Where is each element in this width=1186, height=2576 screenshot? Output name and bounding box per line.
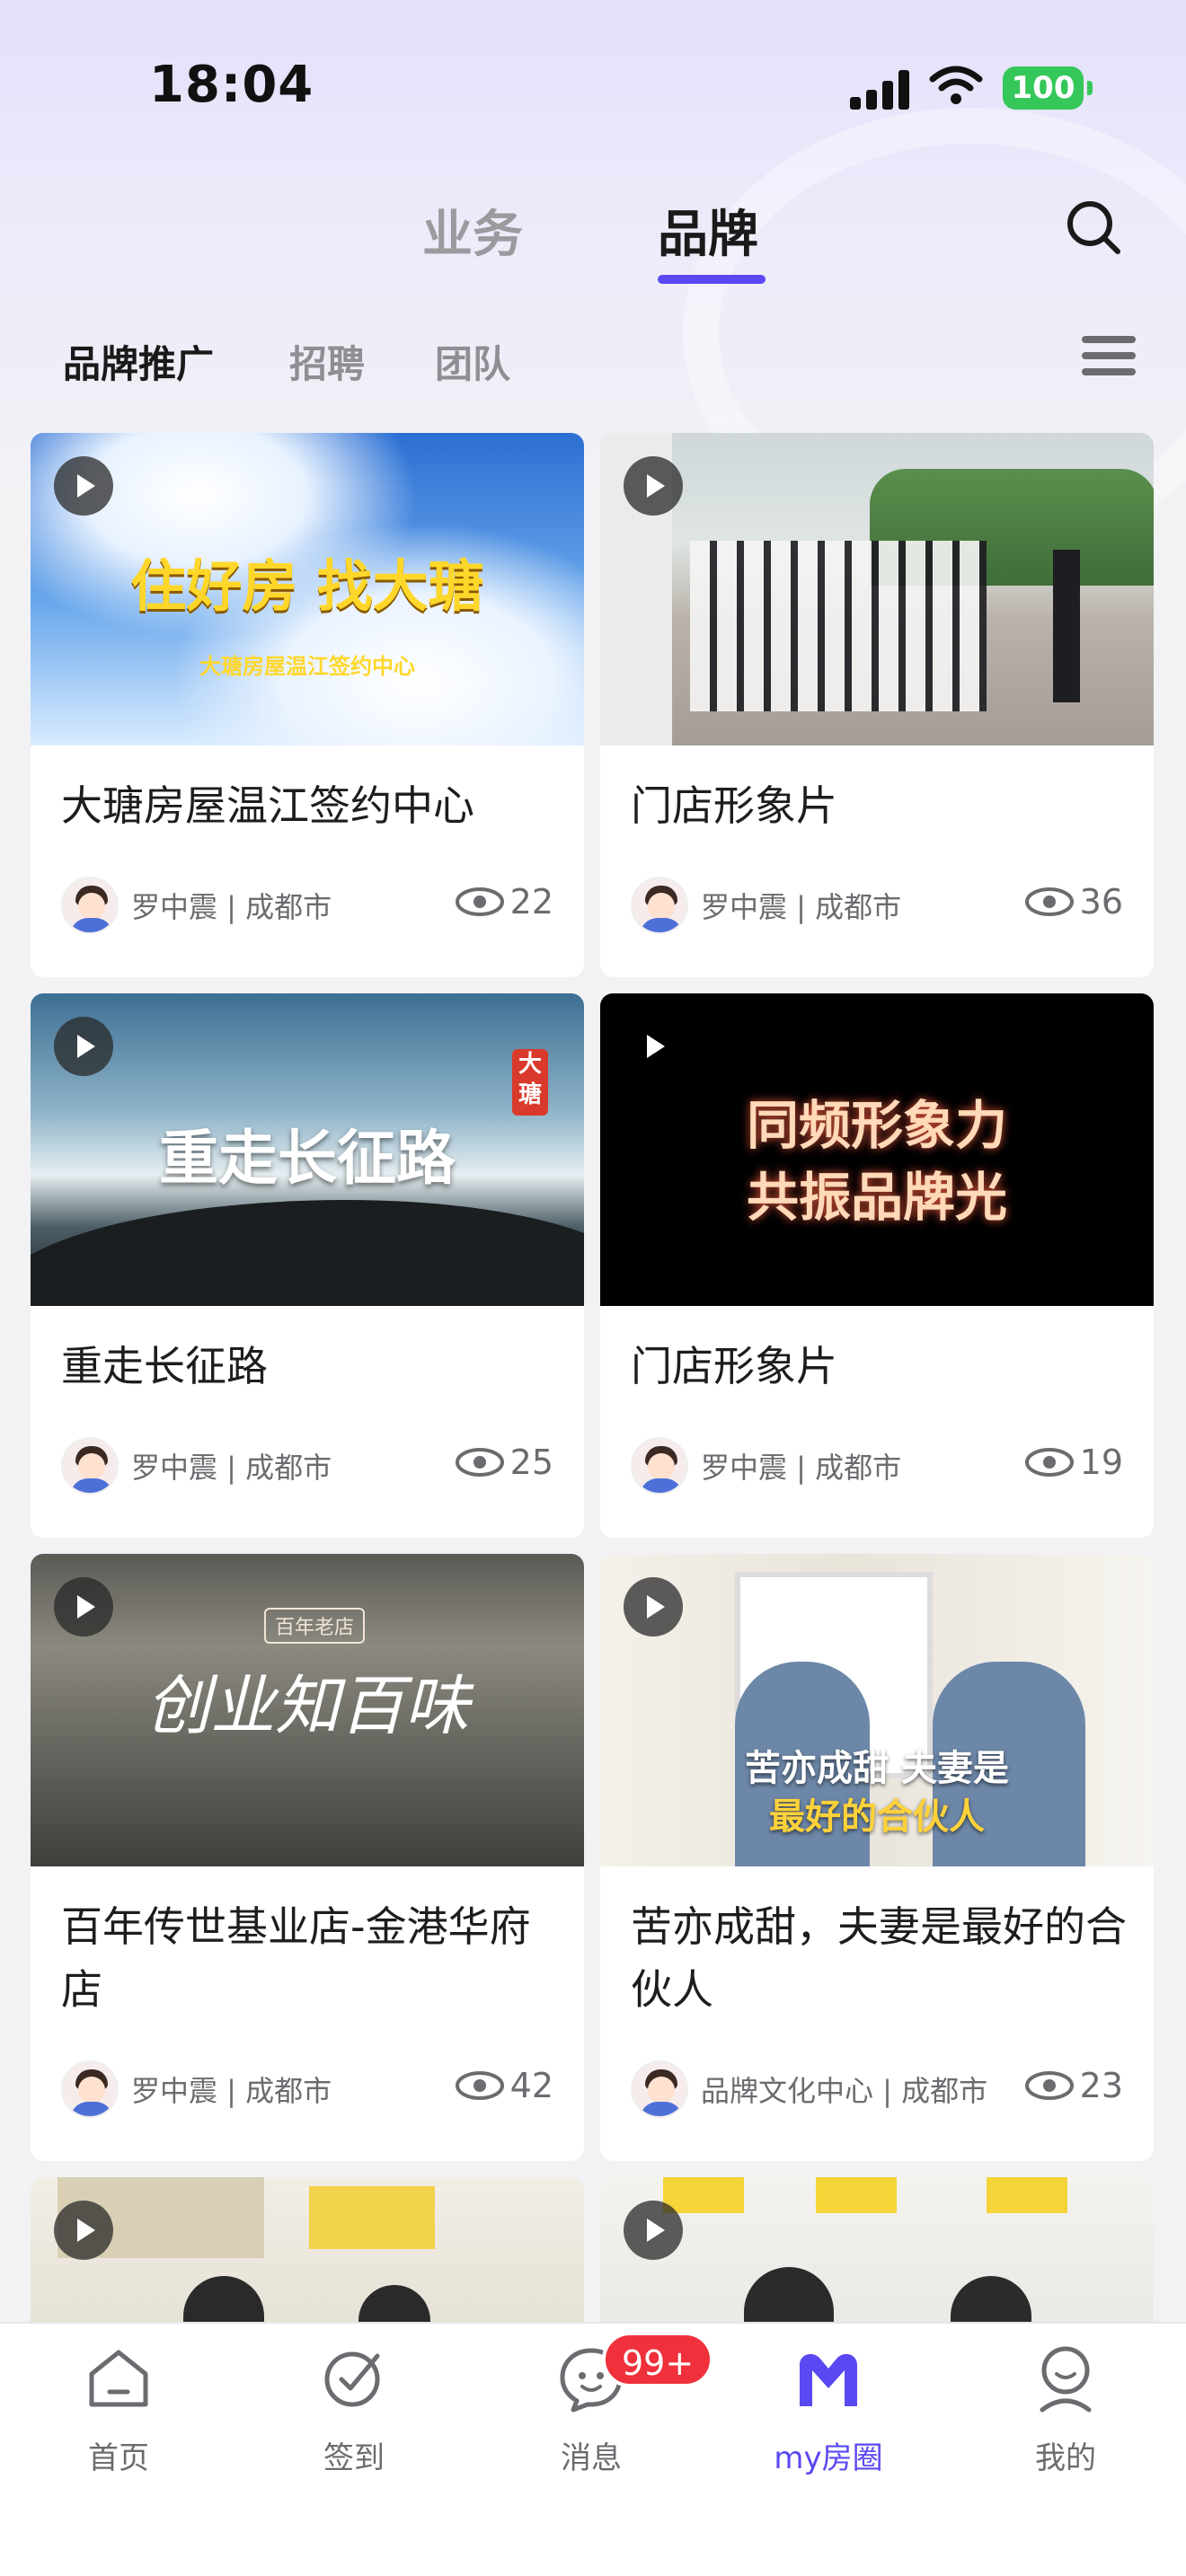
view-count: 36 [1024, 882, 1123, 922]
card-author: 罗中震 | 成都市 [61, 1437, 332, 1495]
nav-label: 签到 [323, 2440, 385, 2476]
card-title: 苦亦成甜，夫妻是最好的合伙人 [631, 1902, 1127, 2014]
author-name: 罗中震 | 成都市 [701, 890, 902, 924]
active-tab-indicator [658, 275, 766, 284]
thumbnail-subcaption: 最好的合伙人 [769, 1795, 985, 1838]
subtab-brand-promotion[interactable]: 品牌推广 [63, 334, 214, 389]
avatar [61, 2060, 119, 2118]
checkin-icon [324, 2351, 380, 2407]
nav-label: 消息 [561, 2440, 622, 2476]
card-title: 门店形象片 [631, 1342, 837, 1390]
view-count: 19 [1024, 1442, 1123, 1482]
eye-icon [455, 2071, 504, 2100]
view-count-value: 19 [1079, 1442, 1123, 1482]
avatar [631, 877, 688, 934]
avatar [61, 1437, 119, 1495]
card-title: 门店形象片 [631, 781, 837, 830]
thumbnail-subcaption: 共振品牌光 [746, 1167, 1007, 1228]
video-thumbnail: 住好房 找大瑭 大瑭房屋温江签约中心 [31, 433, 584, 745]
play-icon[interactable] [624, 456, 683, 516]
play-icon[interactable] [624, 2201, 683, 2260]
brand-seal: 大瑭 [512, 1049, 548, 1116]
view-count-value: 42 [509, 2066, 553, 2105]
nav-label: 首页 [88, 2440, 149, 2476]
avatar [61, 877, 119, 934]
video-card[interactable]: 同频形象力 共振品牌光 门店形象片 罗中震 | 成都市 19 [600, 993, 1154, 1538]
nav-checkin[interactable]: 签到 [264, 2342, 444, 2477]
view-count-value: 23 [1079, 2066, 1123, 2105]
eye-icon [1024, 2071, 1074, 2100]
search-icon[interactable] [1064, 198, 1123, 257]
video-card[interactable]: 创业知百味 百年老店 百年传世基业店-金港华府店 罗中震 | 成都市 42 [31, 1554, 584, 2161]
nav-my-circle[interactable]: my房圈 [739, 2342, 918, 2477]
video-card[interactable]: 苦亦成甜 夫妻是 最好的合伙人 苦亦成甜，夫妻是最好的合伙人 品牌文化中心 | … [600, 1554, 1154, 2161]
tab-brand[interactable]: 品牌 [658, 194, 758, 267]
avatar [631, 2060, 688, 2118]
nav-home[interactable]: 首页 [29, 2342, 208, 2477]
status-time: 18:04 [149, 56, 314, 114]
menu-icon[interactable] [1082, 336, 1136, 375]
thumbnail-caption: 住好房 找大瑭 [130, 553, 484, 619]
eye-icon [1024, 1448, 1074, 1477]
card-author: 罗中震 | 成都市 [61, 2060, 332, 2118]
video-thumbnail: 创业知百味 百年老店 [31, 1554, 584, 1866]
eye-icon [1024, 887, 1074, 916]
video-thumbnail [600, 433, 1154, 745]
author-name: 罗中震 | 成都市 [131, 2074, 332, 2108]
nav-label: 我的 [1035, 2440, 1096, 2476]
view-count: 23 [1024, 2066, 1123, 2105]
play-icon[interactable] [624, 1017, 683, 1076]
view-count: 22 [455, 882, 553, 922]
thumbnail-caption: 苦亦成甜 夫妻是 [745, 1747, 1009, 1789]
video-thumbnail: 苦亦成甜 夫妻是 最好的合伙人 [600, 1554, 1154, 1866]
subtab-recruitment[interactable]: 招聘 [289, 334, 365, 389]
view-count-value: 25 [509, 1442, 553, 1482]
play-icon[interactable] [54, 1017, 113, 1076]
author-name: 罗中震 | 成都市 [131, 1451, 332, 1485]
video-card[interactable]: 重走长征路 大瑭 重走长征路 罗中震 | 成都市 25 [31, 993, 584, 1538]
thumbnail-caption: 重走长征路 [159, 1123, 456, 1193]
card-author: 罗中震 | 成都市 [631, 1437, 901, 1495]
card-title: 大瑭房屋温江签约中心 [61, 781, 474, 830]
battery-indicator: 100 [1003, 66, 1093, 110]
card-author: 罗中震 | 成都市 [631, 877, 901, 934]
card-title: 百年传世基业店-金港华府店 [61, 1902, 531, 2014]
thumbnail-subcaption: 大瑭房屋温江签约中心 [199, 653, 415, 679]
bottom-navigation: 首页 签到 消息 my房圈 我的 [0, 2322, 1186, 2576]
card-title: 重走长征路 [61, 1342, 268, 1390]
view-count-value: 22 [509, 882, 553, 922]
subtab-team[interactable]: 团队 [435, 334, 510, 389]
view-count-value: 36 [1079, 882, 1123, 922]
play-icon[interactable] [54, 2201, 113, 2260]
view-count: 25 [455, 1442, 553, 1482]
eye-icon [455, 887, 504, 916]
profile-icon [1040, 2346, 1092, 2413]
nav-label: my房圈 [774, 2440, 883, 2476]
nav-profile[interactable]: 我的 [976, 2342, 1155, 2477]
home-icon [89, 2350, 148, 2407]
tab-business[interactable]: 业务 [422, 194, 523, 267]
view-count: 42 [455, 2066, 553, 2105]
play-icon[interactable] [624, 1577, 683, 1636]
avatar [631, 1437, 688, 1495]
video-thumbnail: 同频形象力 共振品牌光 [600, 993, 1154, 1306]
cellular-signal-icon [850, 68, 909, 110]
video-card[interactable]: 门店形象片 罗中震 | 成都市 36 [600, 433, 1154, 977]
eye-icon [455, 1448, 504, 1477]
author-name: 罗中震 | 成都市 [701, 1451, 902, 1485]
author-name: 罗中震 | 成都市 [131, 890, 332, 924]
video-thumbnail: 重走长征路 大瑭 [31, 993, 584, 1306]
message-badge: 99+ [602, 2332, 714, 2387]
play-icon[interactable] [54, 456, 113, 516]
thumbnail-caption: 创业知百味 [145, 1668, 469, 1743]
play-icon[interactable] [54, 1577, 113, 1636]
video-card[interactable]: 住好房 找大瑭 大瑭房屋温江签约中心 大瑭房屋温江签约中心 罗中震 | 成都市 … [31, 433, 584, 977]
my-circle-icon [800, 2353, 857, 2406]
author-name: 品牌文化中心 | 成都市 [701, 2074, 988, 2108]
card-author: 品牌文化中心 | 成都市 [631, 2060, 987, 2118]
thumbnail-subcaption: 百年老店 [264, 1608, 366, 1644]
card-author: 罗中震 | 成都市 [61, 877, 332, 934]
thumbnail-caption: 同频形象力 [746, 1095, 1007, 1156]
wifi-icon [929, 66, 983, 104]
